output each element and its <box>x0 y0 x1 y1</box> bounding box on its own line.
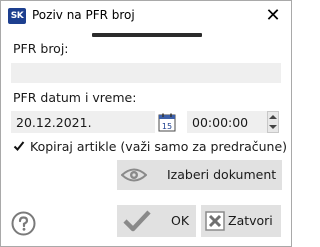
calendar-icon[interactable]: 15 <box>158 113 176 132</box>
close-button[interactable]: Zatvori <box>201 205 281 237</box>
close-label: Zatvori <box>228 213 273 228</box>
eye-icon <box>120 167 148 186</box>
calendar-day-text: 15 <box>162 122 172 131</box>
ok-label: OK <box>171 213 190 228</box>
title-bar[interactable]: SK Poziv na PFR broj ✕ <box>1 1 291 32</box>
checkmark-icon <box>123 210 151 235</box>
drag-handle[interactable] <box>92 33 202 37</box>
close-icon[interactable]: ✕ <box>261 5 285 27</box>
pfr-time-input[interactable] <box>187 111 267 133</box>
sk-logo-icon: SK <box>8 8 26 24</box>
dialog-window: SK Poziv na PFR broj ✕ PFR broj: PFR dat… <box>0 0 292 247</box>
time-spinner[interactable] <box>267 111 279 133</box>
select-document-label: Izaberi dokument <box>167 167 277 182</box>
checkmark-icon <box>13 141 25 151</box>
help-icon[interactable] <box>11 211 36 240</box>
pfr-number-input[interactable] <box>11 63 281 83</box>
select-document-button[interactable]: Izaberi dokument <box>117 160 282 190</box>
copy-items-label[interactable]: Kopiraj artikle (važi samo za predračune… <box>30 139 287 154</box>
window-title: Poziv na PFR broj <box>32 8 135 22</box>
pfr-number-label: PFR broj: <box>13 41 69 56</box>
pfr-date-input[interactable] <box>11 111 155 133</box>
pfr-datetime-label: PFR datum i vreme: <box>13 90 137 105</box>
ok-button[interactable]: OK <box>117 205 196 237</box>
copy-items-checkbox[interactable] <box>13 140 25 152</box>
spin-down-icon[interactable] <box>268 122 278 132</box>
x-box-icon <box>205 211 225 234</box>
spin-up-icon[interactable] <box>268 112 278 122</box>
